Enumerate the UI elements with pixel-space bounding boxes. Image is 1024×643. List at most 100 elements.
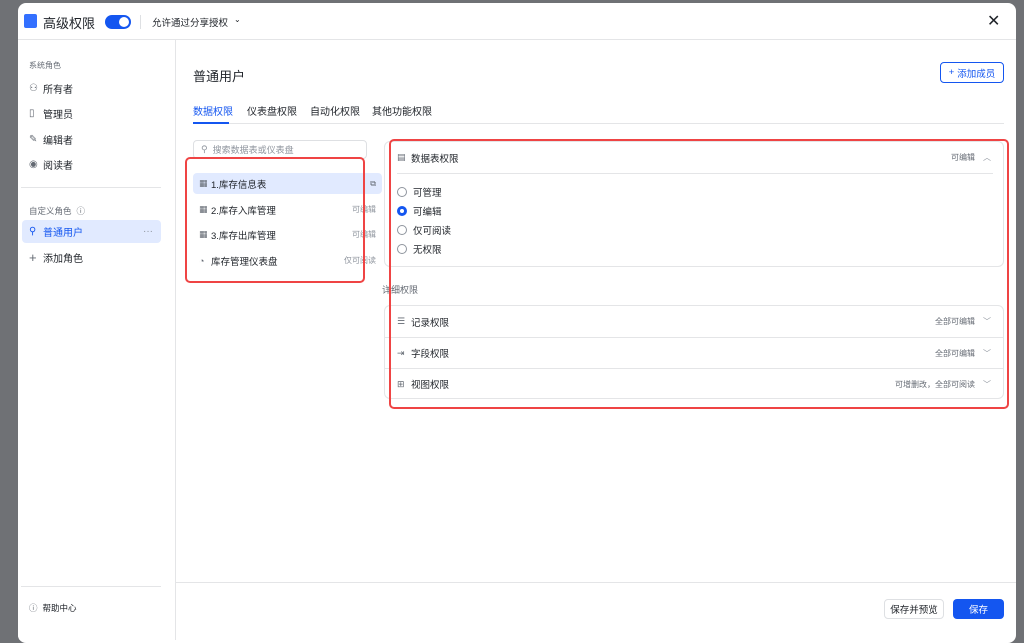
radio-circle-selected [397,206,407,216]
role-reader[interactable]: ◉ 阅读者 [22,153,161,176]
item-status: 可编辑 [352,205,376,214]
divider [21,187,161,188]
dialog-header: 高级权限 允许通过分享授权 ⌄ ✕ [18,3,1016,40]
radio-manage[interactable]: 可管理 [397,185,442,199]
search-input[interactable]: ⚲ 搜索数据表或仪表盘 [193,140,367,159]
tab-other-permissions[interactable]: 其他功能权限 [372,103,432,118]
list-icon: ☰ [397,316,406,326]
detail-permissions-card: ☰ 记录权限全部可编辑 ﹀ ⇥ 字段权限 全部可编辑 ﹀ ⊞ 视图权限 可增删改，全部可阅读 ﹀ [384,305,1004,399]
role-label: 编辑者 [43,136,73,147]
list-item-dashboard[interactable]: ◔ 库存管理仪表盘 仅可阅读 [193,250,382,271]
custom-roles-heading: 自定义角色 ⓘ [29,205,85,217]
table-permission-card: ▤ 数据表权限 可编辑 ︿ 可管理 可编辑 仅可阅读 无权限 [384,141,1004,267]
row-label: 记录权限 [411,317,450,329]
radio-edit[interactable]: 可编辑 [397,204,442,218]
grid-icon: ⊞ [397,378,405,389]
list-item-table-1[interactable]: ▦ 1.库存信息表 ⧉ [193,173,382,194]
close-icon[interactable]: ✕ [987,11,1000,31]
tab-dashboard-permissions[interactable]: 仪表盘权限 [247,103,297,118]
divider [21,586,161,587]
dashboard-icon: ◔ [199,255,205,266]
chevron-down-icon: ⌄ [234,15,241,24]
role-owner[interactable]: ⚇ 所有者 [22,77,161,100]
users-icon: ⚇ [29,83,38,94]
item-label: 2.库存入库管理 [211,205,276,217]
role-title: 普通用户 [193,69,246,84]
row-label: 字段权限 [411,349,450,360]
radio-label: 仅可阅读 [413,226,452,237]
radio-no-permission[interactable]: 无权限 [397,242,442,256]
role-label: 阅读者 [43,161,73,172]
row-status: 可增删改，全部可阅读 [895,379,975,389]
radio-circle [397,225,407,235]
role-admin[interactable]: ▯ 管理员 [22,102,161,125]
table-permission-status: 可编辑 [951,153,975,162]
radio-read-only[interactable]: 仅可阅读 [397,223,451,237]
add-member-button[interactable]: + 添加成员 [940,62,1004,83]
help-icon: ⓘ [29,603,38,613]
record-permission-row[interactable]: ☰ 记录权限 全部可编辑 ﹀ [385,306,1003,337]
add-role-button[interactable]: + 添加角色 [22,246,161,269]
user-icon: ⚲ [29,226,37,237]
row-status: 全部可编辑 [935,348,975,358]
chevron-down-icon: ﹀ [983,379,991,389]
save-and-preview-button[interactable]: 保存并预览 [884,599,944,619]
plus-icon: + [948,67,955,78]
table-icon: ▦ [199,229,208,239]
role-label: 管理员 [43,110,73,121]
dialog-title: 高级权限 [43,16,96,31]
info-icon[interactable]: ⓘ [77,205,86,217]
footer-divider [176,582,1016,583]
divider [397,173,993,174]
table-icon: ▦ [199,178,208,188]
help-label: 帮助中心 [42,603,77,613]
chevron-down-icon: ﹀ [983,348,991,358]
table-permission-header[interactable]: ▤ 数据表权限 可编辑 ︿ [385,142,1003,173]
advanced-permissions-dialog: 高级权限 允许通过分享授权 ⌄ ✕ 系统角色 ⚇ 所有者 ▯ 管理员 ✎ 编辑者 ◉ 阅读… [18,3,1016,643]
eye-icon: ◉ [29,159,38,170]
chevron-down-icon: ﹀ [983,317,991,326]
share-auth-dropdown[interactable]: 允许通过分享授权 ⌄ [152,15,241,29]
more-icon[interactable]: ··· [143,226,153,237]
admin-icon: ▯ [29,108,35,119]
list-item-table-2[interactable]: ▦ 2.库存入库管理 可编辑 [193,199,382,220]
search-icon: ⚲ [201,144,208,154]
detail-permissions-heading: 详细权限 [382,285,419,295]
tab-indicator [193,122,229,124]
tab-data-permissions[interactable]: 数据权限 [193,103,233,118]
advanced-permissions-toggle[interactable] [105,15,131,29]
table-permission-title: 数据表权限 [411,153,459,165]
role-regular-user[interactable]: ⚲ 普通用户 ··· [22,220,161,243]
radio-circle [397,187,407,197]
list-item-table-3[interactable]: ▦ 3.库存出库管理 可编辑 [193,224,382,245]
role-label: 所有者 [43,85,73,96]
field-icon: ⇥ [397,347,405,358]
row-label: 视图权限 [411,380,450,391]
table-icon: ▦ [199,204,208,214]
view-permission-row[interactable]: ⊞ 视图权限 可增删改，全部可阅读 ﹀ [385,368,1003,399]
radio-label: 可管理 [413,188,442,199]
role-sidebar: 系统角色 ⚇ 所有者 ▯ 管理员 ✎ 编辑者 ◉ 阅读者 自定义角色 ⓘ ⚲ 普通用户 ···… [18,40,176,640]
pencil-icon: ✎ [29,134,38,145]
radio-circle [397,244,407,254]
table-icon: ▤ [397,152,406,162]
tab-automation-permissions[interactable]: 自动化权限 [310,103,360,118]
item-label: 1.库存信息表 [211,179,267,191]
item-status: 仅可阅读 [344,256,376,265]
custom-roles-label: 自定义角色 [29,206,72,216]
help-center-link[interactable]: ⓘ 帮助中心 [29,602,77,614]
search-placeholder: 搜索数据表或仪表盘 [212,145,294,155]
app-icon [24,14,37,28]
radio-label: 无权限 [413,245,442,256]
chevron-up-icon: ︿ [983,153,991,162]
field-permission-row[interactable]: ⇥ 字段权限 全部可编辑 ﹀ [385,337,1003,368]
radio-label: 可编辑 [413,207,442,218]
add-role-label: 添加角色 [43,254,83,265]
system-roles-heading: 系统角色 [29,61,61,70]
role-editor[interactable]: ✎ 编辑者 [22,128,161,151]
copy-icon[interactable]: ⧉ [370,179,376,189]
item-status: 可编辑 [352,230,376,239]
tab-divider [193,123,1004,124]
item-label: 库存管理仪表盘 [211,256,278,268]
save-button[interactable]: 保存 [953,599,1004,619]
